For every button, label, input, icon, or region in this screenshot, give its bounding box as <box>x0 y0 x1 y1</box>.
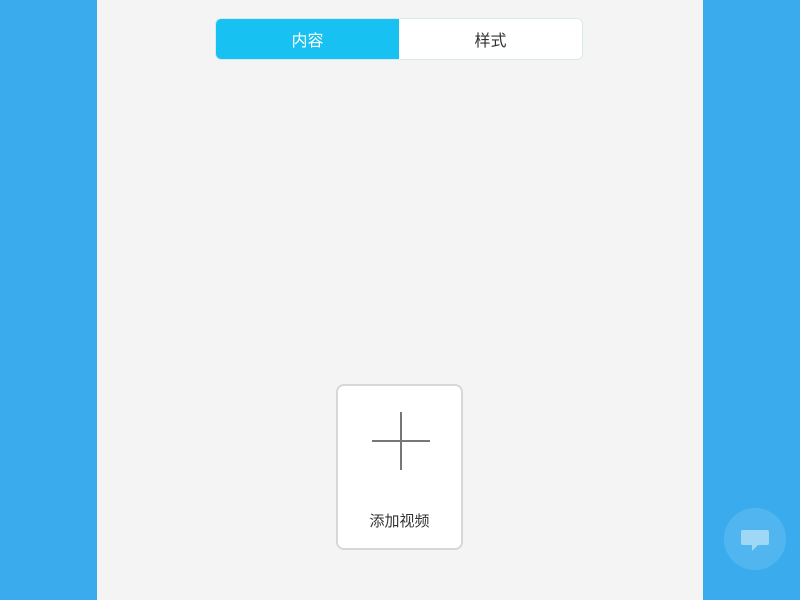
chat-bubble-icon <box>741 530 769 551</box>
left-background-strip <box>0 0 97 600</box>
app-stage: 内容 样式 添加视频 <box>0 0 800 600</box>
plus-icon <box>372 412 430 470</box>
content-style-segmented-control: 内容 样式 <box>215 18 583 60</box>
tab-style[interactable]: 样式 <box>399 19 582 59</box>
add-video-label: 添加视频 <box>369 512 430 530</box>
tab-content[interactable]: 内容 <box>216 19 399 59</box>
add-video-card[interactable]: 添加视频 <box>336 384 463 550</box>
editor-panel: 内容 样式 添加视频 <box>97 0 703 600</box>
floating-chat-button[interactable] <box>724 508 786 570</box>
